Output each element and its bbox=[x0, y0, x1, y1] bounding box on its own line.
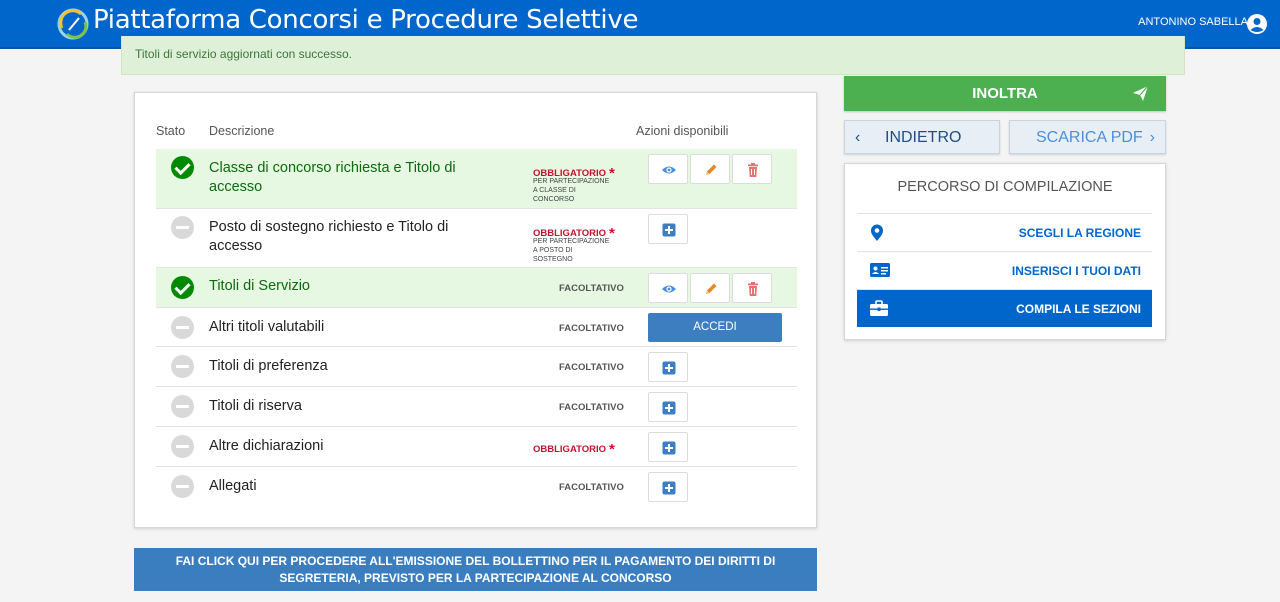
table-row: Altre dichiarazioni OBBLIGATORIO * bbox=[156, 427, 797, 467]
plus-icon bbox=[662, 481, 676, 495]
step-label: SCEGLI LA REGIONE bbox=[1018, 226, 1141, 240]
table-row: Allegati FACOLTATIVO bbox=[156, 467, 797, 507]
requirement-badge: FACOLTATIVO bbox=[559, 402, 624, 413]
view-button[interactable] bbox=[648, 154, 688, 184]
compilation-path-panel: PERCORSO DI COMPILAZIONE SCEGLI LA REGIO… bbox=[844, 163, 1166, 340]
status-completed-icon bbox=[171, 156, 194, 179]
user-avatar-icon[interactable] bbox=[1246, 13, 1268, 35]
inoltra-button[interactable]: INOLTRA bbox=[844, 76, 1166, 111]
trash-icon bbox=[748, 282, 758, 296]
status-empty-icon bbox=[171, 216, 194, 239]
app-title: Piattaforma Concorsi e Procedure Seletti… bbox=[93, 5, 639, 35]
chevron-right-icon: › bbox=[1149, 129, 1155, 146]
table-row: Titoli di riserva FACOLTATIVO bbox=[156, 387, 797, 427]
row-description: Titoli di riserva bbox=[209, 398, 302, 414]
add-button[interactable] bbox=[648, 392, 688, 422]
status-empty-icon bbox=[171, 395, 194, 418]
table-row: Altri titoli valutabili FACOLTATIVO ACCE… bbox=[156, 308, 797, 347]
accedi-button[interactable]: ACCEDI bbox=[648, 313, 782, 342]
user-name[interactable]: ANTONINO SABELLA bbox=[1138, 16, 1248, 28]
app-logo-icon bbox=[57, 8, 89, 40]
requirement-badge: FACOLTATIVO bbox=[559, 323, 624, 334]
pencil-icon bbox=[706, 164, 717, 175]
status-empty-icon bbox=[171, 475, 194, 498]
eye-icon bbox=[662, 285, 676, 293]
delete-button[interactable] bbox=[732, 273, 772, 303]
payment-line-1: FAI CLICK QUI PER PROCEDERE ALL'EMISSION… bbox=[175, 554, 776, 568]
payment-bulletin-button[interactable]: FAI CLICK QUI PER PROCEDERE ALL'EMISSION… bbox=[134, 548, 817, 591]
requirement-badge: OBBLIGATORIO * bbox=[533, 441, 615, 458]
table-row: Posto di sostegno richiesto e Titolo di … bbox=[156, 209, 797, 268]
map-marker-icon bbox=[871, 224, 883, 241]
edit-button[interactable] bbox=[690, 273, 730, 303]
table-row: Titoli di preferenza FACOLTATIVO bbox=[156, 347, 797, 387]
paper-plane-icon bbox=[1133, 85, 1149, 101]
eye-icon bbox=[662, 166, 676, 174]
status-empty-icon bbox=[171, 355, 194, 378]
step-scegli-regione[interactable]: SCEGLI LA REGIONE bbox=[857, 213, 1152, 251]
plus-icon bbox=[662, 401, 676, 415]
back-label: INDIETRO bbox=[885, 129, 962, 146]
plus-icon bbox=[662, 441, 676, 455]
pdf-label: SCARICA PDF bbox=[1036, 129, 1143, 146]
step-inserisci-dati[interactable]: INSERISCI I TUOI DATI bbox=[857, 251, 1152, 289]
step-label: COMPILA LE SEZIONI bbox=[1016, 302, 1141, 316]
plus-icon bbox=[662, 223, 676, 237]
header-stato: Stato bbox=[156, 124, 186, 138]
status-empty-icon bbox=[171, 316, 194, 339]
id-card-icon bbox=[870, 263, 890, 277]
header-azioni: Azioni disponibili bbox=[636, 124, 729, 138]
requirement-badge: FACOLTATIVO bbox=[559, 482, 624, 493]
download-pdf-button[interactable]: SCARICA PDF › bbox=[1009, 120, 1166, 154]
status-empty-icon bbox=[171, 435, 194, 458]
row-description: Posto di sostegno richiesto e Titolo di … bbox=[209, 219, 449, 254]
add-button[interactable] bbox=[648, 472, 688, 502]
requirement-badge: FACOLTATIVO bbox=[559, 362, 624, 373]
table-row: Classe di concorso richiesta e Titolo di… bbox=[156, 149, 797, 209]
delete-button[interactable] bbox=[732, 154, 772, 184]
requirement-note: PER PARTECIPAZIONE A CLASSE DI CONCORSO bbox=[533, 178, 610, 203]
alert-message: Titoli di servizio aggiornati con succes… bbox=[135, 47, 352, 61]
trash-icon bbox=[748, 163, 758, 177]
status-completed-icon bbox=[171, 276, 194, 299]
table-row: Titoli di Servizio FACOLTATIVO bbox=[156, 268, 797, 308]
step-compila-sezioni[interactable]: COMPILA LE SEZIONI bbox=[857, 289, 1152, 327]
back-button[interactable]: ‹ INDIETRO bbox=[844, 120, 1000, 154]
chevron-left-icon: ‹ bbox=[855, 129, 861, 146]
pencil-icon bbox=[706, 283, 717, 294]
inoltra-label: INOLTRA bbox=[972, 85, 1038, 102]
success-alert: Titoli di servizio aggiornati con succes… bbox=[121, 36, 1185, 75]
briefcase-icon bbox=[870, 300, 888, 316]
row-description: Classe di concorso richiesta e Titolo di… bbox=[209, 160, 456, 195]
requirement-note: PER PARTECIPAZIONE A POSTO DI SOSTEGNO bbox=[533, 238, 610, 263]
sections-card: Stato Descrizione Azioni disponibili Cla… bbox=[134, 92, 817, 528]
row-description: Altre dichiarazioni bbox=[209, 438, 324, 454]
row-description: Titoli di Servizio bbox=[209, 278, 310, 294]
payment-line-2: SEGRETERIA, PREVISTO PER LA PARTECIPAZIO… bbox=[279, 571, 672, 585]
add-button[interactable] bbox=[648, 214, 688, 244]
requirement-badge: FACOLTATIVO bbox=[559, 283, 624, 294]
view-button[interactable] bbox=[648, 273, 688, 303]
plus-icon bbox=[662, 361, 676, 375]
edit-button[interactable] bbox=[690, 154, 730, 184]
row-description: Altri titoli valutabili bbox=[209, 319, 325, 335]
row-description: Titoli di preferenza bbox=[209, 358, 328, 374]
row-description: Allegati bbox=[209, 478, 257, 494]
percorso-title: PERCORSO DI COMPILAZIONE bbox=[897, 179, 1113, 195]
step-label: INSERISCI I TUOI DATI bbox=[1011, 264, 1141, 278]
header-descrizione: Descrizione bbox=[209, 124, 275, 138]
add-button[interactable] bbox=[648, 432, 688, 462]
add-button[interactable] bbox=[648, 352, 688, 382]
